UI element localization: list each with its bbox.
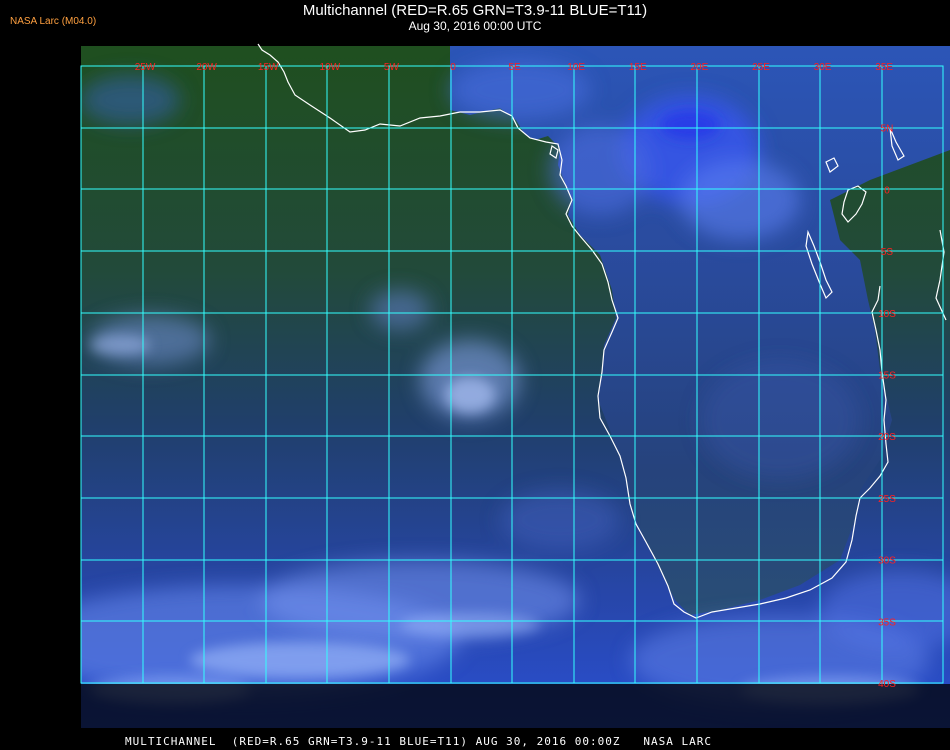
longitude-label: 15W bbox=[258, 62, 279, 73]
longitude-label: 10E bbox=[567, 62, 585, 73]
longitude-label: 25E bbox=[752, 62, 770, 73]
latitude-label: 5N bbox=[881, 124, 894, 135]
timestamp: Aug 30, 2016 00:00 UTC bbox=[408, 19, 542, 33]
latitude-label: 35S bbox=[878, 617, 896, 628]
longitude-label: 10W bbox=[320, 62, 341, 73]
longitude-label: 35E bbox=[875, 62, 893, 73]
latitude-label: 40S bbox=[878, 679, 896, 690]
footer-caption: MULTICHANNEL (RED=R.65 GRN=T3.9-11 BLUE=… bbox=[125, 735, 712, 748]
longitude-label: 20W bbox=[196, 62, 217, 73]
longitude-label: 5E bbox=[508, 62, 521, 73]
source-credit: NASA Larc (M04.0) bbox=[10, 16, 97, 27]
longitude-label: 5W bbox=[384, 62, 400, 73]
latitude-label: 0 bbox=[884, 185, 890, 196]
longitude-label: 15E bbox=[629, 62, 647, 73]
longitude-label: 30E bbox=[814, 62, 832, 73]
latitude-label: 5S bbox=[881, 247, 894, 258]
longitude-label: 0 bbox=[450, 62, 456, 73]
page-title: Multichannel (RED=R.65 GRN=T3.9-11 BLUE=… bbox=[302, 2, 648, 19]
latitude-label: 15S bbox=[878, 371, 896, 382]
satellite-map: 25W 20W 15W 10W 5W 0 5E 10E 15E 20E 25E 30E 35E 5N 0 5… bbox=[80, 43, 950, 728]
latitude-label: 30S bbox=[878, 556, 896, 567]
longitude-label: 20E bbox=[691, 62, 709, 73]
latitude-label: 20S bbox=[878, 432, 896, 443]
satellite-imagery bbox=[81, 46, 950, 728]
longitude-label: 25W bbox=[135, 62, 156, 73]
latitude-label: 25S bbox=[878, 494, 896, 505]
latitude-label: 10S bbox=[878, 309, 896, 320]
